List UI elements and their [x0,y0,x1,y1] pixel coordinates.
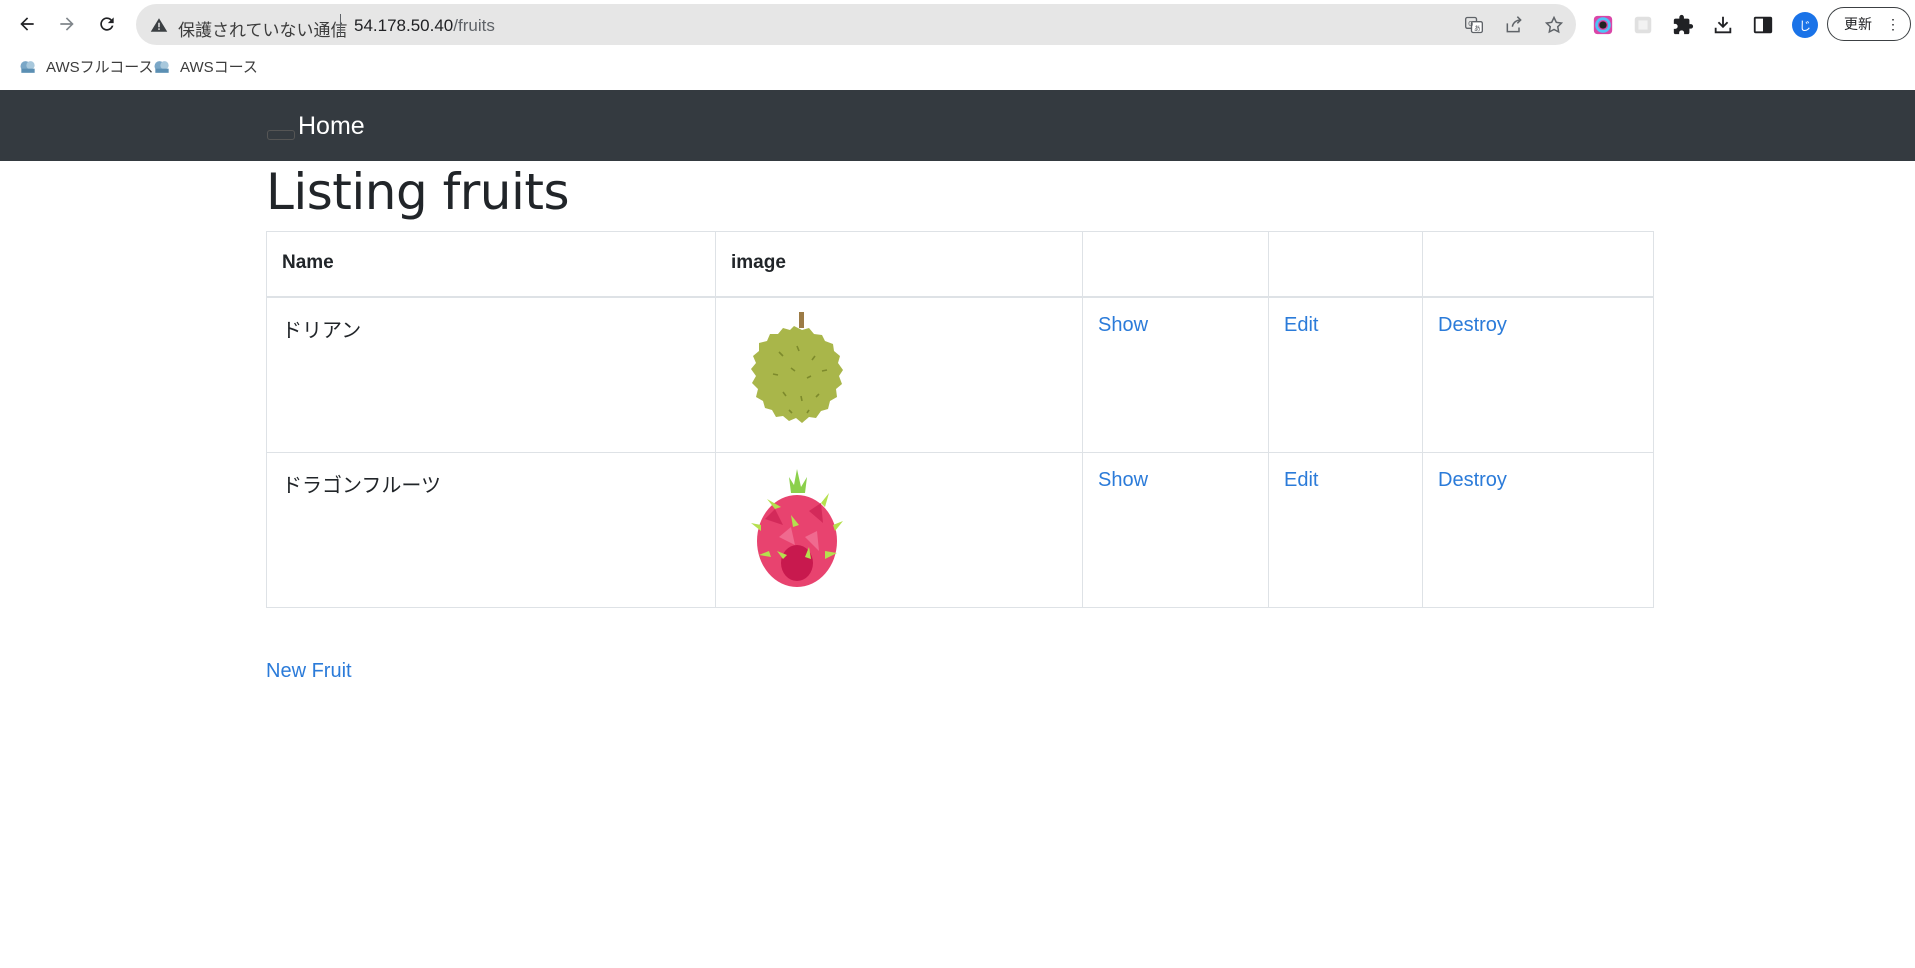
bookmark-item[interactable]: AWSコース [152,56,258,77]
edit-link[interactable]: Edit [1284,469,1318,491]
bookmark-favicon-icon [20,60,35,73]
fruits-table: Name image ドリアン Show Edit Destroy ドラゴンフル… [266,231,1654,608]
back-arrow-icon [20,17,34,31]
new-fruit-link[interactable]: New Fruit [266,660,352,683]
address-bar[interactable]: 保護されていない通信 54.178.50.40/fruits Gあ [136,4,1576,45]
bookmark-item[interactable]: AWSフルコース [18,56,154,77]
forward-arrow-icon [60,17,74,31]
translate-icon[interactable]: Gあ [1463,14,1485,36]
destroy-cell: Destroy [1422,296,1654,453]
edit-link[interactable]: Edit [1284,314,1318,336]
grey-extension-icon[interactable] [1631,13,1655,37]
bookmarks-bar: AWSフルコース AWSコース [0,48,1915,90]
forward-button[interactable] [53,10,81,38]
app-navbar [0,90,1915,161]
table-row: ドリアン Show Edit Destroy [266,296,1654,453]
extensions-puzzle-icon[interactable] [1671,13,1695,37]
url-host: 54.178.50.40 [354,16,454,35]
show-cell: Show [1082,452,1269,608]
edit-cell: Edit [1268,296,1423,453]
column-header-blank [1268,231,1423,298]
omnibox-separator [340,14,341,36]
column-header-name: Name [266,231,716,298]
color-extension-icon[interactable] [1591,13,1615,37]
svg-text:あ: あ [1474,24,1481,32]
show-link[interactable]: Show [1098,314,1148,336]
durian-image [751,312,843,423]
menu-dots-icon: ⋮ [1886,16,1900,32]
profile-avatar[interactable]: じ [1792,12,1818,38]
bookmark-label: AWSコース [180,59,258,76]
url-path: /fruits [453,16,495,35]
navbar-toggler[interactable] [267,130,295,140]
download-icon[interactable] [1711,13,1735,37]
destroy-link[interactable]: Destroy [1438,314,1507,336]
bookmark-favicon-icon [154,60,169,73]
column-header-blank [1422,231,1654,298]
show-cell: Show [1082,296,1269,453]
security-label[interactable]: 保護されていない通信 [178,16,348,41]
update-button[interactable]: 更新 ⋮ [1827,7,1911,41]
update-label: 更新 [1844,16,1872,32]
reload-icon [100,17,114,31]
destroy-link[interactable]: Destroy [1438,469,1507,491]
bookmark-label: AWSフルコース [46,59,154,76]
back-button[interactable] [13,10,41,38]
fruit-name: ドリアン [282,320,362,342]
page-title: Listing fruits [266,163,570,221]
url-text[interactable]: 54.178.50.40/fruits [354,16,495,36]
table-header-row: Name image [266,231,1654,298]
name-cell: ドリアン [266,296,716,453]
bookmark-star-icon[interactable] [1543,14,1565,36]
column-header-image: image [715,231,1083,298]
show-link[interactable]: Show [1098,469,1148,491]
warning-icon [150,18,168,32]
column-header-blank [1082,231,1269,298]
dragon-fruit-image [751,469,843,587]
table-row: ドラゴンフルーツ Show Edit Destroy [266,452,1654,608]
share-icon[interactable] [1503,14,1525,36]
name-cell: ドラゴンフルーツ [266,452,716,608]
home-link[interactable]: Home [298,112,365,141]
browser-toolbar: 保護されていない通信 54.178.50.40/fruits Gあ じ 更新 ⋮ [0,0,1915,48]
edit-cell: Edit [1268,452,1423,608]
reload-button[interactable] [93,10,121,38]
image-cell [715,296,1083,453]
image-cell [715,452,1083,608]
side-panel-icon[interactable] [1751,13,1775,37]
destroy-cell: Destroy [1422,452,1654,608]
svg-text:G: G [1468,20,1473,28]
fruit-name: ドラゴンフルーツ [282,475,441,497]
